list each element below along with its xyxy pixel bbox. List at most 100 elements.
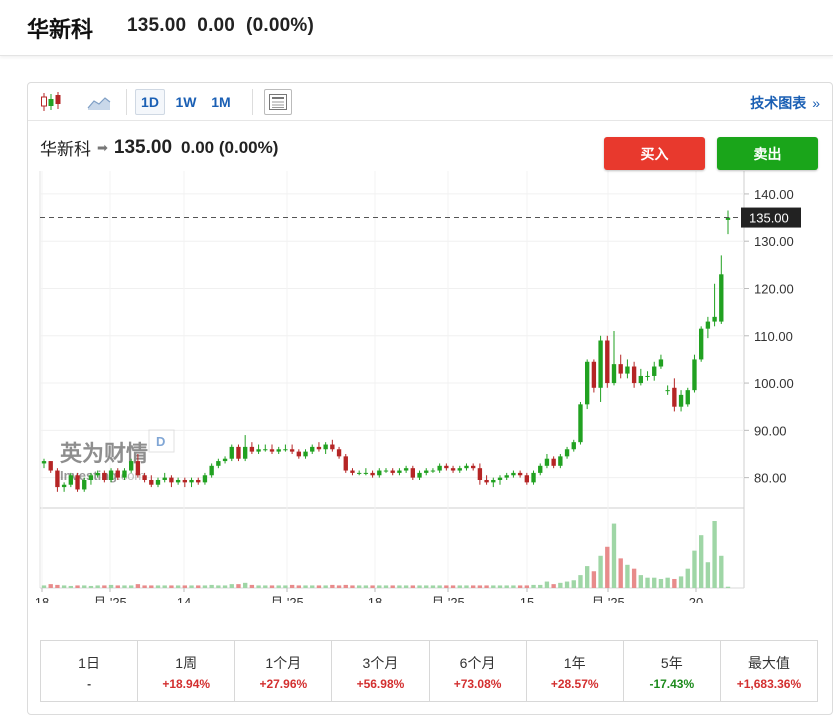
candle <box>303 449 308 459</box>
candle-body <box>511 472 516 476</box>
volume-bar <box>551 584 556 588</box>
performance-period: 最大值 <box>747 655 790 671</box>
volume-bar <box>61 585 67 588</box>
candle <box>189 477 194 488</box>
candle-body <box>48 461 53 471</box>
performance-value: +27.96% <box>259 677 308 691</box>
candle-body <box>350 470 355 473</box>
candle-body <box>310 446 315 452</box>
volume-bar <box>678 576 684 588</box>
performance-cell[interactable]: 6个月 +73.08% <box>430 641 527 701</box>
candle-body <box>142 475 147 480</box>
volume-bar <box>390 585 395 588</box>
candle-body <box>430 470 436 472</box>
volume-bar <box>189 585 194 588</box>
candle-body <box>336 449 342 457</box>
candle-body <box>122 470 127 478</box>
candle <box>631 361 637 388</box>
candle-body <box>538 465 543 473</box>
candle-body <box>75 475 80 490</box>
candle <box>383 468 389 473</box>
performance-cell[interactable]: 1日 - <box>41 641 139 701</box>
candle <box>611 331 617 386</box>
candle-body <box>343 456 348 471</box>
candle-body <box>256 449 261 452</box>
candle <box>598 335 603 402</box>
candle-body <box>102 472 107 480</box>
candle-body <box>517 472 523 476</box>
candle-body <box>598 340 603 388</box>
volume-bar <box>88 585 94 588</box>
volume-bar <box>283 585 288 588</box>
x-tick-label: 月 '25 <box>431 595 465 603</box>
x-tick-label: 月 '25 <box>93 595 127 603</box>
candle <box>61 482 67 492</box>
performance-cell[interactable]: 1周 +18.94% <box>138 641 236 701</box>
volume-bar <box>303 585 308 588</box>
candle <box>685 387 690 407</box>
performance-value: +56.98% <box>356 677 405 691</box>
x-tick-label: 14 <box>177 595 191 603</box>
volume-bar <box>343 584 348 588</box>
candle-body <box>678 394 684 407</box>
volume-bar <box>323 585 328 588</box>
candle <box>316 442 322 452</box>
performance-cell[interactable]: 1个月 +27.96% <box>235 641 333 701</box>
volume-bar <box>356 585 362 588</box>
candle-body <box>108 470 114 480</box>
candle <box>638 368 644 386</box>
performance-period: 6个月 <box>459 655 496 671</box>
candle-body <box>263 449 268 451</box>
candle-body <box>424 470 429 473</box>
x-tick-label: 15 <box>520 595 534 603</box>
candle-body <box>95 472 100 476</box>
candle-body <box>571 442 576 450</box>
volume-bar <box>464 585 469 588</box>
buy-button[interactable]: 买入 <box>604 137 705 170</box>
y-tick-label: 140.00 <box>754 187 794 202</box>
y-tick-label: 80.00 <box>754 471 787 486</box>
candle-body <box>88 475 94 480</box>
candle <box>216 458 221 469</box>
chart-grid <box>39 171 745 589</box>
performance-cell[interactable]: 最大值 +1,683.36% <box>721 641 817 701</box>
candle-body <box>705 321 711 329</box>
candle <box>343 453 348 473</box>
candle <box>578 401 583 445</box>
performance-value: -17.43% <box>649 677 695 691</box>
x-tick-label: 18 <box>368 595 382 603</box>
header-price: 135.00 <box>127 15 187 36</box>
candle <box>269 444 275 454</box>
candle-body <box>370 472 375 476</box>
volume-bar <box>377 585 382 588</box>
candle <box>464 463 469 471</box>
volume-bar <box>444 585 449 588</box>
performance-cell[interactable]: 3个月 +56.98% <box>332 641 430 701</box>
candle <box>48 461 53 473</box>
candle-body <box>283 449 288 451</box>
volume-bar <box>175 585 181 588</box>
candle-body <box>222 458 228 462</box>
sell-button[interactable]: 卖出 <box>717 137 818 170</box>
candle <box>330 439 335 452</box>
performance-cell[interactable]: 1年 +28.57% <box>527 641 624 701</box>
candle <box>558 453 563 469</box>
header-quote: 135.00 0.00 (0.00%) <box>127 15 314 37</box>
candle-body <box>175 479 181 483</box>
volume-bar <box>289 584 295 588</box>
candle-body <box>658 359 664 367</box>
volume-bar <box>68 585 74 588</box>
candle-body <box>149 479 154 485</box>
volume-bar <box>417 585 422 588</box>
candle <box>497 475 503 485</box>
candle <box>652 361 657 381</box>
candle <box>531 470 536 485</box>
candle <box>470 463 476 471</box>
performance-cell[interactable]: 5年 -17.43% <box>624 641 721 701</box>
legend-change: 0.00 (0.00%) <box>181 137 279 157</box>
candle-body <box>356 472 362 474</box>
candle-body <box>330 444 335 450</box>
volume-bar <box>450 585 456 588</box>
volume-bar <box>296 585 302 588</box>
price-chart[interactable]: 英为财情 Investing.com D 140.00130.00120.001… <box>28 83 832 603</box>
